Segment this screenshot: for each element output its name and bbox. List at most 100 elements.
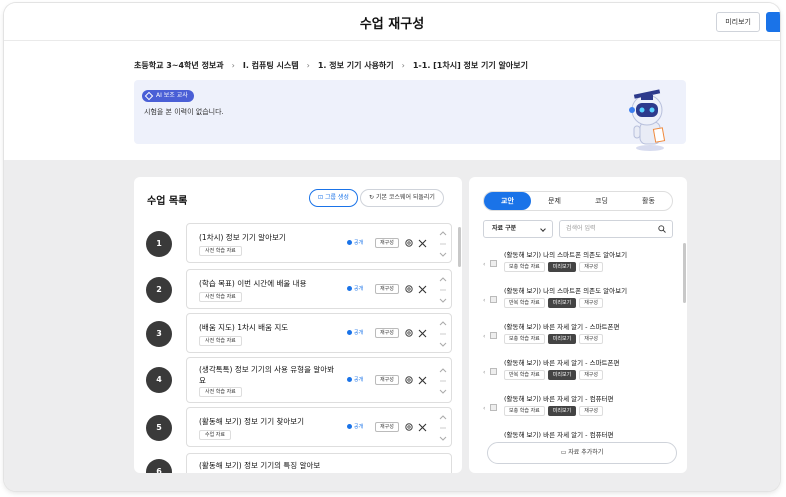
- chevron-left-icon[interactable]: ‹: [483, 261, 485, 268]
- reset-courseware-button[interactable]: ↻ 기본 코스웨어 되돌리기: [360, 189, 444, 207]
- lesson-card[interactable]: (생각톡톡) 정보 기기의 사용 유형을 알아봐요 사전 학습 자료 공개 재구…: [186, 357, 452, 403]
- save-button[interactable]: [766, 12, 780, 32]
- reset-courseware-label: 기본 코스웨어 되돌리기: [375, 194, 435, 201]
- gear-icon[interactable]: [404, 375, 414, 385]
- lesson-item[interactable]: 5 (활동해 보기) 정보 기기 찾아보기 수업 자료 공개 재구성: [146, 407, 452, 447]
- reconstruct-button[interactable]: 재구성: [375, 375, 399, 385]
- lesson-item[interactable]: 2 (학습 목표) 이번 시간에 배울 내용 사전 학습 자료 공개 재구성: [146, 269, 452, 309]
- material-item[interactable]: (활동해 보기) 바른 자세 알기 - 컴퓨터편: [483, 429, 673, 443]
- reconstruct-button[interactable]: 재구성: [579, 334, 603, 344]
- checkbox[interactable]: [490, 296, 497, 303]
- gear-icon[interactable]: [404, 328, 414, 338]
- public-label: 공개: [354, 330, 364, 336]
- lesson-tag: 수업 자료: [199, 430, 231, 440]
- lesson-tag: 사전 학습 자료: [199, 387, 242, 397]
- breadcrumb-item[interactable]: 초등학교 3~4학년 정보과: [134, 60, 224, 71]
- lesson-card[interactable]: (활동해 보기) 정보 기기 찾아보기 수업 자료 공개 재구성: [186, 407, 452, 447]
- material-tags: 보충 학습 자료 미리보기 재구성: [504, 406, 603, 416]
- checkbox[interactable]: [490, 332, 497, 339]
- public-badge: 공개: [347, 285, 363, 292]
- gear-icon[interactable]: [404, 238, 414, 248]
- preview-button[interactable]: 미리보기: [547, 298, 577, 308]
- breadcrumb: 초등학교 3~4학년 정보과 › I. 컴퓨팅 시스템 › 1. 정보 기기 사…: [134, 60, 528, 71]
- material-item[interactable]: ‹ (활동해 보기) 바른 자세 알기 - 스마트폰편 반복 학습 자료 미리보…: [483, 357, 673, 385]
- chevron-left-icon[interactable]: ‹: [483, 369, 485, 376]
- material-item[interactable]: ‹ (활동해 보기) 바른 자세 알기 - 컴퓨터편 보충 학습 자료 미리보기…: [483, 393, 673, 421]
- preview-button[interactable]: 미리보기: [547, 334, 577, 344]
- reconstruct-button[interactable]: 재구성: [375, 238, 399, 248]
- reconstruct-button[interactable]: 재구성: [579, 370, 603, 380]
- lesson-title: (활동해 보기) 정보 기기의 특징 알아보: [199, 461, 321, 470]
- tab-activity[interactable]: 활동: [625, 192, 672, 210]
- reorder-arrows-icon[interactable]: [439, 230, 447, 258]
- lesson-card[interactable]: (배움 지도) 1차시 배움 지도 사전 학습 자료 공개 재구성: [186, 313, 452, 353]
- preview-button[interactable]: 미리보기: [716, 12, 760, 32]
- lesson-item[interactable]: 4 (생각톡톡) 정보 기기의 사용 유형을 알아봐요 사전 학습 자료 공개 …: [146, 357, 452, 403]
- reconstruct-button[interactable]: 재구성: [579, 298, 603, 308]
- close-icon[interactable]: [418, 239, 427, 248]
- lesson-item[interactable]: 1 (1차시) 정보 기기 알아보기 사전 학습 자료 공개 재구성: [146, 223, 452, 263]
- lesson-card[interactable]: (학습 목표) 이번 시간에 배울 내용 사전 학습 자료 공개 재구성: [186, 269, 452, 309]
- gear-icon[interactable]: [404, 284, 414, 294]
- chevron-left-icon[interactable]: ‹: [483, 297, 485, 304]
- lesson-title: (학습 목표) 이번 시간에 배울 내용: [199, 279, 307, 288]
- gear-icon[interactable]: [404, 422, 414, 432]
- search-icon[interactable]: [658, 225, 666, 233]
- preview-button[interactable]: 미리보기: [547, 262, 577, 272]
- preview-button[interactable]: 미리보기: [547, 406, 577, 416]
- reorder-arrows-icon[interactable]: [439, 367, 447, 395]
- close-icon[interactable]: [418, 423, 427, 432]
- lesson-item[interactable]: 3 (배움 지도) 1차시 배움 지도 사전 학습 자료 공개 재구성: [146, 313, 452, 353]
- scrollbar[interactable]: [683, 243, 686, 303]
- materials-panel: 교안 문제 코딩 활동 자료 구분 검색어 입력 ‹ (활동해 보기) 나의 스…: [469, 177, 687, 473]
- public-dot-icon: [347, 286, 352, 291]
- close-icon[interactable]: [418, 285, 427, 294]
- chevron-right-icon: ›: [401, 61, 405, 70]
- checkbox[interactable]: [490, 404, 497, 411]
- tab-coding[interactable]: 코딩: [578, 192, 625, 210]
- close-icon[interactable]: [418, 376, 427, 385]
- close-icon[interactable]: [418, 329, 427, 338]
- scrollbar[interactable]: [458, 227, 461, 267]
- tab-lesson-plan[interactable]: 교안: [484, 192, 531, 210]
- material-type-value: 자료 구분: [492, 225, 517, 232]
- reconstruct-button[interactable]: 재구성: [375, 422, 399, 432]
- material-item[interactable]: ‹ (활동해 보기) 나의 스마트폰 의존도 알아보기 보충 학습 자료 미리보…: [483, 249, 673, 277]
- reorder-arrows-icon[interactable]: [439, 414, 447, 442]
- checkbox[interactable]: [490, 368, 497, 375]
- reconstruct-button[interactable]: 재구성: [579, 406, 603, 416]
- tab-problems[interactable]: 문제: [531, 192, 578, 210]
- reconstruct-button[interactable]: 재구성: [579, 262, 603, 272]
- public-badge: 공개: [347, 239, 363, 246]
- material-tag: 보충 학습 자료: [504, 334, 545, 344]
- material-item[interactable]: ‹ (활동해 보기) 나의 스마트폰 의존도 알아보기 반복 학습 자료 미리보…: [483, 285, 673, 313]
- chevron-left-icon[interactable]: ‹: [483, 405, 485, 412]
- material-tags: 반복 학습 자료 미리보기 재구성: [504, 370, 603, 380]
- reconstruct-button[interactable]: 재구성: [375, 284, 399, 294]
- checkbox[interactable]: [490, 260, 497, 267]
- lesson-tag: 사전 학습 자료: [199, 292, 242, 302]
- page-title: 수업 재구성: [359, 17, 425, 32]
- breadcrumb-item[interactable]: 1. 정보 기기 사용하기: [318, 60, 394, 71]
- ai-badge: AI 보조 교사: [142, 90, 194, 102]
- breadcrumb-item[interactable]: 1-1. [1차시] 정보 기기 알아보기: [413, 60, 528, 71]
- search-input[interactable]: 검색어 입력: [559, 220, 673, 238]
- lesson-item[interactable]: 6 (활동해 보기) 정보 기기의 특징 알아보: [146, 453, 452, 473]
- preview-button[interactable]: 미리보기: [547, 370, 577, 380]
- ai-assistant-box: AI 보조 교사 시험을 본 이력이 없습니다.: [134, 80, 686, 151]
- reorder-arrows-icon[interactable]: [439, 276, 447, 304]
- breadcrumb-item[interactable]: I. 컴퓨팅 시스템: [243, 60, 299, 71]
- chevron-left-icon[interactable]: ‹: [483, 333, 485, 340]
- reorder-arrows-icon[interactable]: [439, 320, 447, 348]
- lesson-card[interactable]: (1차시) 정보 기기 알아보기 사전 학습 자료 공개 재구성: [186, 223, 452, 263]
- lesson-card[interactable]: (활동해 보기) 정보 기기의 특징 알아보: [186, 453, 452, 473]
- create-group-button[interactable]: ⊡ 그룹 생성: [309, 189, 358, 207]
- reconstruct-button[interactable]: 재구성: [375, 328, 399, 338]
- lesson-list-title: 수업 목록: [147, 196, 188, 207]
- add-material-button[interactable]: ▭ 자료 추가하기: [487, 442, 677, 464]
- material-type-select[interactable]: 자료 구분: [483, 220, 553, 238]
- top-bar: 수업 재구성 미리보기: [4, 3, 780, 41]
- material-item[interactable]: ‹ (활동해 보기) 바른 자세 알기 - 스마트폰편 보충 학습 자료 미리보…: [483, 321, 673, 349]
- material-tag: 보충 학습 자료: [504, 262, 545, 272]
- lesson-title: (활동해 보기) 정보 기기 찾아보기: [199, 417, 305, 426]
